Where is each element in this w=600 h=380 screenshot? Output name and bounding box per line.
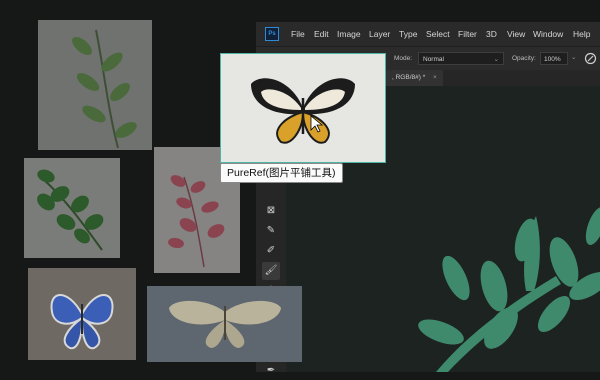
tooltip: PureRef(图片平铺工具): [220, 163, 343, 183]
menu-image[interactable]: Image: [337, 29, 361, 39]
menu-3d[interactable]: 3D: [486, 29, 497, 39]
menu-edit[interactable]: Edit: [314, 29, 329, 39]
pen-tool-icon[interactable]: ✒: [262, 362, 280, 380]
leaf-branch-artwork: [418, 207, 600, 372]
chevron-down-icon: ⌄: [493, 56, 499, 63]
photoshop-logo-icon: Ps: [265, 27, 279, 41]
frame-tool-icon[interactable]: ⊠: [262, 202, 280, 220]
mode-label: Mode:: [394, 55, 413, 62]
ref-green-sprig[interactable]: [24, 158, 120, 258]
healing-brush-tool-icon[interactable]: ✐: [262, 242, 280, 260]
airbrush-icon[interactable]: [584, 52, 597, 65]
eyedropper-tool-icon[interactable]: ✎: [262, 222, 280, 240]
blue-butterfly-image: [50, 294, 114, 350]
ref-blue-butterfly[interactable]: [28, 268, 136, 360]
document-tab[interactable]: , RGB/8#) * ×: [386, 70, 443, 86]
menu-window[interactable]: Window: [533, 29, 563, 39]
menu-layer[interactable]: Layer: [369, 29, 390, 39]
menu-view[interactable]: View: [507, 29, 525, 39]
opacity-field[interactable]: 100%: [540, 52, 568, 65]
chevron-down-icon[interactable]: ⌄: [571, 53, 576, 61]
mode-value: Normal: [423, 56, 444, 63]
document-tab-label: , RGB/8#) *: [392, 74, 426, 81]
ref-white-moth[interactable]: [147, 286, 302, 362]
menu-bar: Ps File Edit Image Layer Type Select Fil…: [256, 22, 600, 46]
menu-filter[interactable]: Filter: [458, 29, 477, 39]
ref-butterfly-yellow[interactable]: [220, 53, 386, 163]
mode-select[interactable]: Normal ⌄: [418, 52, 504, 65]
menu-select[interactable]: Select: [426, 29, 450, 39]
menu-help[interactable]: Help: [573, 29, 590, 39]
green-sprig-image: [37, 169, 104, 251]
tooltip-text: PureRef(图片平铺工具): [227, 167, 336, 179]
menu-file[interactable]: File: [291, 29, 305, 39]
ref-leaf-branch[interactable]: [38, 20, 152, 150]
menu-type[interactable]: Type: [399, 29, 417, 39]
opacity-value: 100%: [544, 56, 561, 63]
close-icon[interactable]: ×: [433, 74, 437, 81]
opacity-label: Opacity:: [512, 55, 536, 62]
brush-tool-icon[interactable]: 🖌: [262, 262, 280, 280]
yellow-butterfly-image: [251, 78, 355, 144]
leafy-branch-image: [72, 29, 137, 149]
white-moth-image: [169, 300, 281, 348]
